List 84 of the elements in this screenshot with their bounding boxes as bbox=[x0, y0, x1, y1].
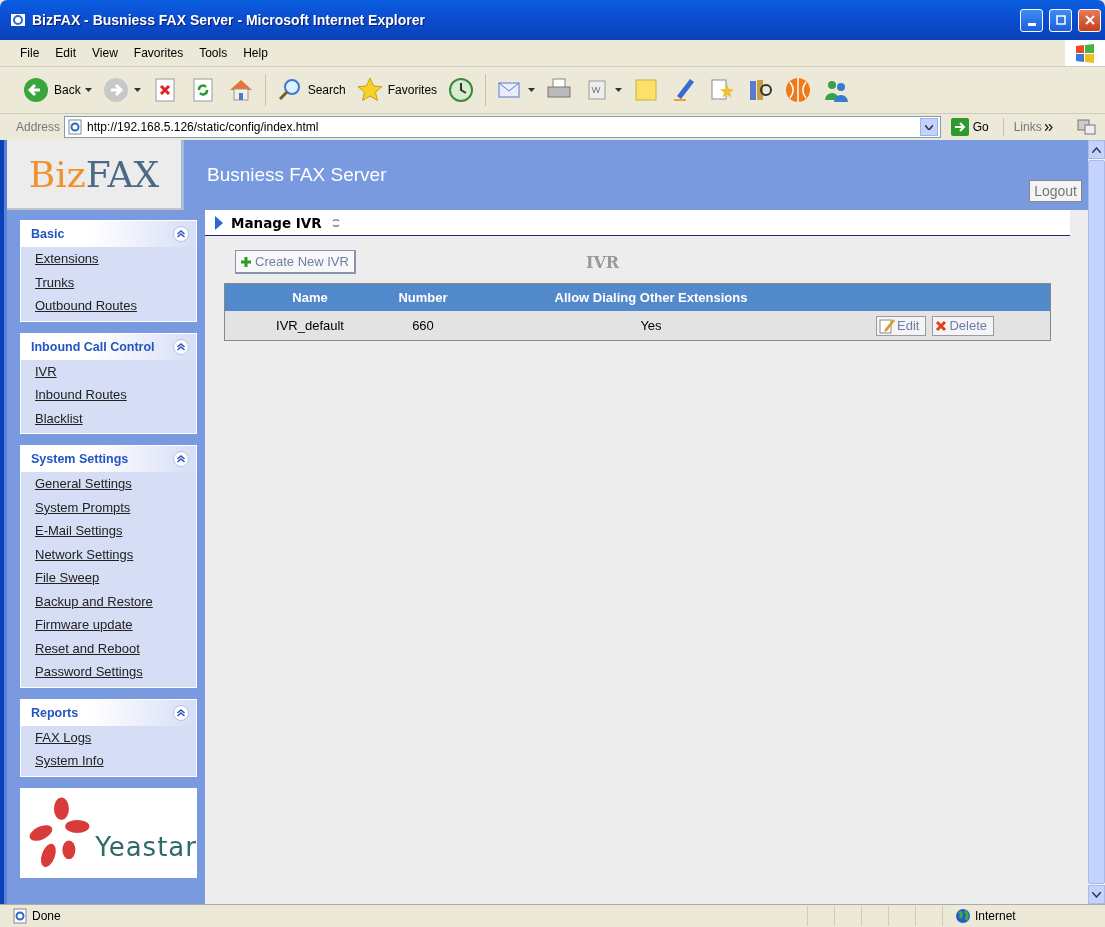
panel-title: System Settings bbox=[31, 452, 129, 466]
dropdown-caret-icon bbox=[528, 88, 536, 92]
triangle-icon bbox=[215, 215, 223, 230]
sidebar-link[interactable]: Trunks bbox=[21, 271, 196, 295]
sidebar-link[interactable]: Firmware update bbox=[21, 614, 196, 638]
sidebar-link[interactable]: Outbound Routes bbox=[21, 295, 196, 319]
browser-icon bbox=[10, 12, 26, 28]
cross-icon bbox=[935, 319, 948, 332]
panel-title: Inbound Call Control bbox=[31, 339, 155, 354]
toolbar-button[interactable]: Back bbox=[20, 76, 94, 104]
menu-item[interactable]: Edit bbox=[47, 46, 85, 60]
sidebar-link[interactable]: System Info bbox=[21, 750, 196, 774]
toolbar-button[interactable]: Search bbox=[273, 76, 348, 104]
edit-icon bbox=[879, 317, 895, 334]
clock-icon bbox=[447, 76, 476, 104]
close-button[interactable] bbox=[1078, 8, 1101, 32]
toolbar-button[interactable]: Favorites bbox=[353, 76, 440, 104]
sidebar-link[interactable]: E-Mail Settings bbox=[21, 520, 196, 544]
panel-title: Basic bbox=[31, 227, 65, 241]
window-title: BizFAX - Busniess FAX Server - Microsoft Internet Explorer bbox=[32, 12, 426, 28]
column-header: Name bbox=[291, 290, 329, 305]
table-cell-text: Yes bbox=[639, 318, 663, 333]
app-title: Busniess FAX Server bbox=[207, 164, 387, 186]
delete-button[interactable]: Delete bbox=[932, 315, 994, 336]
dropdown-caret-icon bbox=[84, 88, 92, 92]
maximize-icon bbox=[1055, 15, 1066, 25]
sidebar-link[interactable]: Network Settings bbox=[21, 543, 196, 567]
globe-icon bbox=[955, 908, 971, 924]
page-icon bbox=[12, 908, 28, 924]
sidebar-link[interactable]: Extensions bbox=[21, 248, 196, 272]
collapse-icon[interactable] bbox=[173, 226, 189, 242]
minimize-icon bbox=[1027, 22, 1036, 26]
section-title: IVR bbox=[585, 252, 620, 272]
refresh-icon[interactable] bbox=[329, 216, 342, 229]
panel-title: Reports bbox=[31, 705, 79, 720]
sidebar-link[interactable]: System Prompts bbox=[21, 496, 196, 520]
sidebar-link[interactable]: Password Settings bbox=[21, 661, 196, 685]
ball-icon bbox=[784, 76, 813, 104]
go-button[interactable]: Go bbox=[944, 118, 1004, 136]
windows-flag-icon bbox=[1074, 43, 1096, 63]
address-field[interactable]: http://192.168.5.126/static/config/index.html bbox=[64, 116, 941, 138]
scroll-down-icon bbox=[1092, 891, 1101, 898]
links-button[interactable]: Links bbox=[1007, 120, 1073, 134]
maximize-button[interactable] bbox=[1049, 8, 1072, 32]
menu-item[interactable]: View bbox=[84, 46, 126, 60]
page-title: Manage IVR bbox=[231, 214, 322, 231]
page-icon bbox=[67, 119, 84, 135]
column-header: Allow Dialing Other Extensions bbox=[553, 290, 749, 305]
collapse-icon[interactable] bbox=[173, 704, 189, 721]
scrollbar[interactable] bbox=[1088, 140, 1105, 904]
collapse-icon[interactable] bbox=[173, 338, 189, 355]
sidebar-link[interactable]: General Settings bbox=[21, 473, 196, 497]
edit-button[interactable]: Edit bbox=[876, 315, 927, 336]
collapse-icon[interactable] bbox=[173, 451, 189, 467]
menu-item[interactable]: Favorites bbox=[125, 46, 192, 60]
status-text: Done bbox=[32, 909, 61, 923]
yeastar-logo: Yeastar bbox=[20, 787, 197, 878]
table-cell-text: 660 bbox=[411, 318, 435, 333]
sidebar-link[interactable]: Blacklist bbox=[21, 407, 196, 431]
scroll-up-icon bbox=[1092, 146, 1101, 153]
sidebar-link[interactable]: Reset and Reboot bbox=[21, 637, 196, 661]
sidebar-link[interactable]: Inbound Routes bbox=[21, 384, 196, 408]
sidebar-link[interactable]: Backup and Restore bbox=[21, 590, 196, 614]
sidebar-link[interactable]: FAX Logs bbox=[21, 726, 196, 750]
bizfax-logo: BizFAX bbox=[7, 140, 184, 210]
table-cell-text: IVR_default bbox=[275, 318, 345, 333]
menu-item[interactable]: Help bbox=[235, 46, 276, 60]
sidebar-link[interactable]: File Sweep bbox=[21, 567, 196, 591]
address-label: Address bbox=[16, 120, 61, 134]
create-button[interactable]: Create New IVR bbox=[235, 250, 356, 274]
sidebar-link[interactable]: IVR bbox=[21, 360, 196, 384]
dropdown-caret-icon bbox=[615, 88, 623, 92]
close-icon bbox=[1084, 15, 1095, 25]
plus-icon bbox=[241, 256, 251, 267]
dropdown-caret-icon[interactable] bbox=[919, 118, 938, 136]
dropdown-caret-icon bbox=[133, 88, 141, 92]
zone-text: Internet bbox=[975, 909, 1016, 923]
double-chevron-icon bbox=[1045, 124, 1053, 131]
menu-item[interactable]: File bbox=[12, 46, 48, 60]
logout-button[interactable]: Logout bbox=[1029, 180, 1082, 202]
column-header: Number bbox=[397, 290, 449, 305]
star-icon bbox=[355, 76, 384, 104]
menu-item[interactable]: Tools bbox=[191, 46, 236, 60]
minimize-button[interactable] bbox=[1020, 8, 1043, 32]
